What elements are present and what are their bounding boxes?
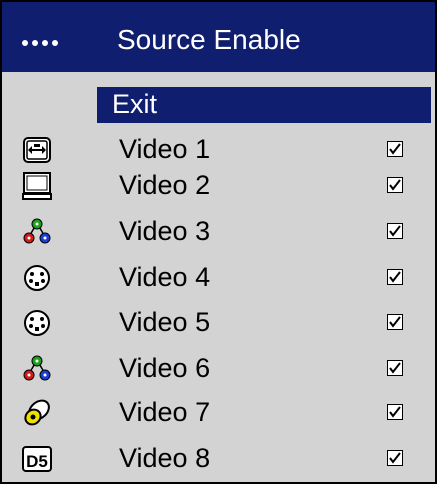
source-row-video-7[interactable]: Video 7 (2, 395, 435, 431)
exit-label: Exit (112, 89, 158, 119)
enable-checkbox-video-3[interactable] (387, 223, 403, 239)
enable-checkbox-video-7[interactable] (387, 404, 403, 420)
source-row-video-6[interactable]: Video 6 (2, 351, 435, 387)
d5-icon-text: D5 (26, 452, 48, 471)
source-label: Video 4 (119, 262, 211, 292)
source-label: Video 2 (119, 170, 211, 200)
component-rgb-icon (22, 354, 52, 384)
source-row-video-1[interactable]: Video 1 (2, 132, 435, 168)
source-label: Video 1 (119, 134, 211, 164)
menu-dots-icon (22, 40, 58, 46)
source-label: Video 3 (119, 216, 211, 246)
source-row-video-2[interactable]: Video 2 (2, 168, 435, 204)
menu-title-bar: Source Enable (2, 2, 435, 72)
source-row-video-4[interactable]: Video 4 (2, 260, 435, 296)
d5-icon: D5 (22, 444, 52, 474)
source-label: Video 7 (119, 397, 211, 427)
enable-checkbox-video-4[interactable] (387, 269, 403, 285)
source-row-video-5[interactable]: Video 5 (2, 305, 435, 341)
enable-checkbox-video-5[interactable] (387, 314, 403, 330)
source-label: Video 5 (119, 307, 211, 337)
s-video-icon (22, 263, 52, 293)
enable-checkbox-video-8[interactable] (387, 450, 403, 466)
composite-video-icon (22, 398, 52, 428)
source-row-video-3[interactable]: Video 3 (2, 214, 435, 250)
component-rgb-icon (22, 217, 52, 247)
computer-port-icon (22, 135, 52, 165)
s-video-icon (22, 308, 52, 338)
enable-checkbox-video-2[interactable] (387, 177, 403, 193)
source-label: Video 6 (119, 353, 211, 383)
monitor-icon (22, 171, 52, 201)
exit-menu-item[interactable]: Exit (97, 87, 431, 123)
enable-checkbox-video-6[interactable] (387, 360, 403, 376)
source-row-video-8[interactable]: D5 Video 8 (2, 441, 435, 477)
enable-checkbox-video-1[interactable] (387, 141, 403, 157)
menu-title: Source Enable (117, 24, 301, 55)
source-enable-menu: Source Enable Exit Video 1 Video 2 Video… (0, 0, 437, 484)
source-label: Video 8 (119, 443, 211, 473)
